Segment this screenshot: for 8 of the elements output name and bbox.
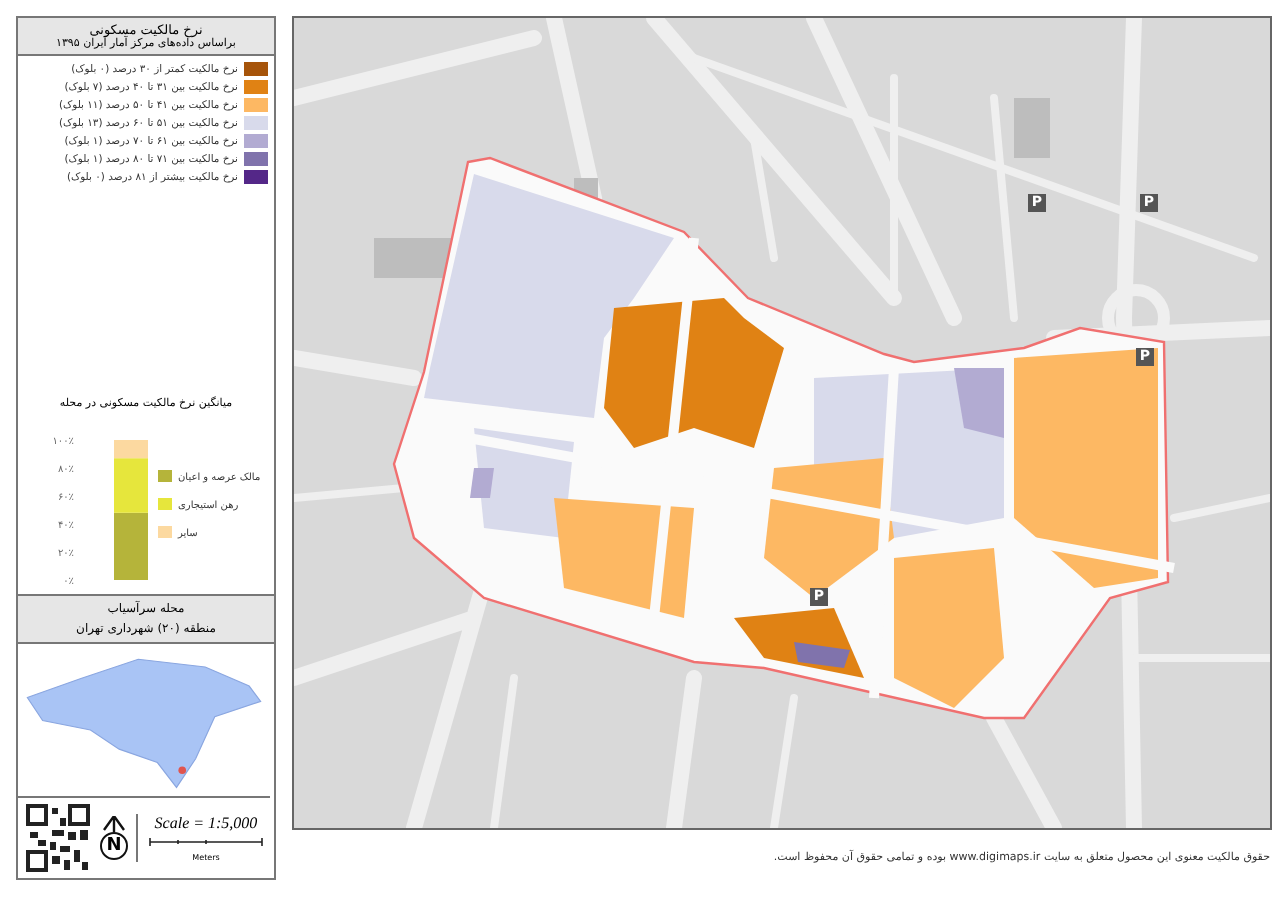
scale-bar-icon <box>148 836 264 848</box>
scale-text: Scale = 1:5,000 <box>154 814 258 832</box>
north-arrow-icon <box>102 816 126 832</box>
legend-swatch <box>158 497 172 510</box>
legend-swatch <box>158 469 172 482</box>
qr-code-icon <box>24 802 92 874</box>
legend-swatch <box>158 525 172 538</box>
north-label: N <box>100 832 128 860</box>
